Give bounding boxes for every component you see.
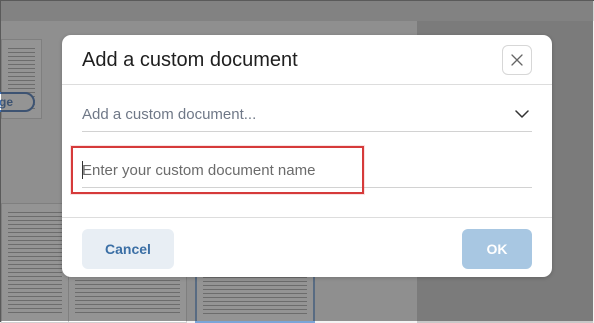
dialog-header: Add a custom document bbox=[62, 35, 552, 85]
chevron-down-icon bbox=[515, 110, 529, 118]
add-custom-document-dialog: Add a custom document Add a custom docum… bbox=[62, 35, 552, 277]
screen-frame: ge Add a custom document Add a custom do… bbox=[0, 0, 594, 323]
text-caret bbox=[82, 161, 83, 179]
dialog-title: Add a custom document bbox=[82, 49, 298, 71]
close-button[interactable] bbox=[502, 45, 532, 75]
dialog-footer: Cancel OK bbox=[62, 217, 552, 277]
ok-button[interactable]: OK bbox=[462, 229, 532, 269]
custom-document-name-input[interactable] bbox=[82, 153, 352, 187]
custom-document-name-field bbox=[82, 153, 532, 188]
close-icon bbox=[511, 54, 523, 66]
custom-document-dropdown[interactable]: Add a custom document... bbox=[82, 97, 532, 132]
cancel-button[interactable]: Cancel bbox=[82, 229, 174, 269]
dropdown-selected-label: Add a custom document... bbox=[82, 106, 257, 123]
